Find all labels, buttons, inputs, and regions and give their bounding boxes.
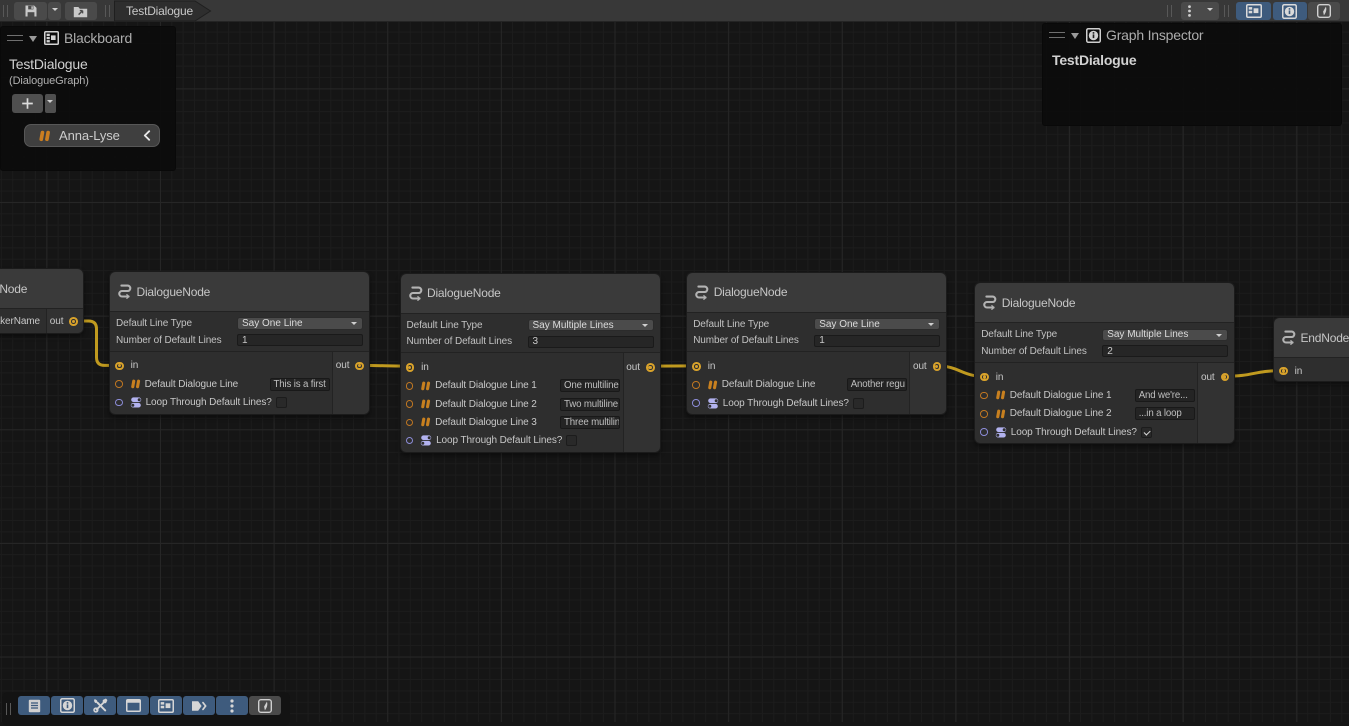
svg-text:TestDialogue: TestDialogue: [126, 4, 194, 18]
